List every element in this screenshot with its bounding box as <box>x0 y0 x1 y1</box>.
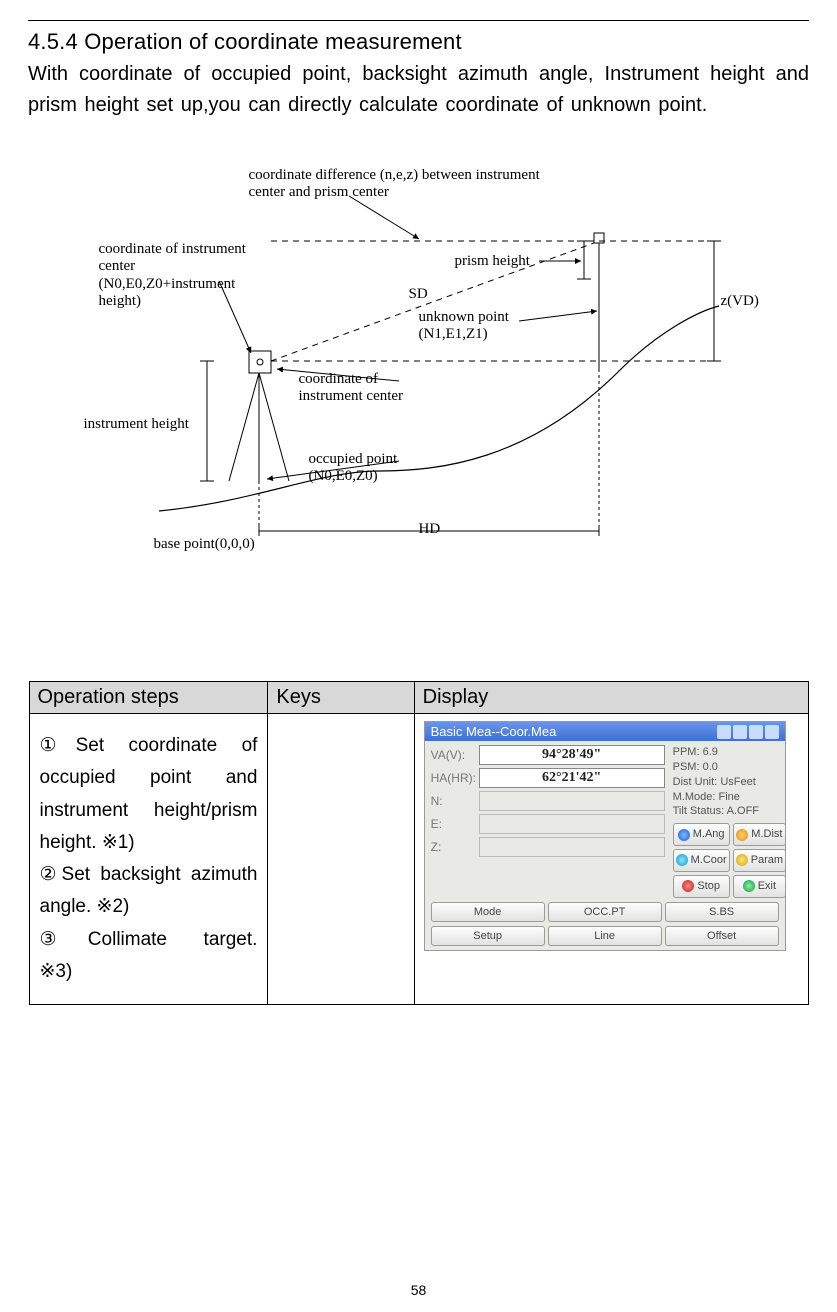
dot-icon <box>736 829 748 841</box>
table-header-row: Operation steps Keys Display <box>29 682 808 714</box>
intro-paragraph: With coordinate of occupied point, backs… <box>28 59 809 121</box>
dot-icon <box>743 880 755 892</box>
diagram-label-hd: HD <box>419 521 441 538</box>
param-button[interactable]: Param <box>733 849 786 872</box>
stop-button[interactable]: Stop <box>673 875 730 898</box>
dot-icon <box>676 854 688 866</box>
n-field[interactable] <box>479 791 665 811</box>
dot-icon <box>682 880 694 892</box>
diagram-label-sd: SD <box>409 286 428 303</box>
line-button[interactable]: Line <box>548 926 662 946</box>
th-steps: Operation steps <box>29 682 268 714</box>
sbs-button[interactable]: S.BS <box>665 902 779 922</box>
mdist-button[interactable]: M.Dist <box>733 823 786 846</box>
mcoor-button[interactable]: M.Coor <box>673 849 730 872</box>
setup-button[interactable]: Setup <box>431 926 545 946</box>
device-status-panel: PPM: 6.9 PSM: 0.0 Dist Unit: UsFeet M.Mo… <box>673 745 783 898</box>
diagram-label-coord-instr-center2: coordinate of instrument center <box>299 371 439 406</box>
section-title-text: Operation of coordinate measurement <box>84 29 462 54</box>
th-display: Display <box>414 682 808 714</box>
mode-button[interactable]: Mode <box>431 902 545 922</box>
th-keys: Keys <box>268 682 414 714</box>
btn-label: M.Dist <box>751 827 782 842</box>
keys-cell <box>268 714 414 1005</box>
e-field[interactable] <box>479 814 665 834</box>
ppm-label: PPM: <box>673 746 700 758</box>
e-label: E: <box>431 817 479 831</box>
diagram-label-zvd: z(VD) <box>721 293 759 310</box>
ppm-value: 6.9 <box>703 746 718 758</box>
table-row: ①Set coordinate of occupied point and in… <box>29 714 808 1005</box>
ha-label: HA(HR): <box>431 771 479 785</box>
mm-label: M.Mode: <box>673 791 716 803</box>
z-field[interactable] <box>479 837 665 857</box>
section-heading: 4.5.4 Operation of coordinate measuremen… <box>28 29 809 55</box>
exit-button[interactable]: Exit <box>733 875 786 898</box>
section-number: 4.5.4 <box>28 29 78 54</box>
step-line: ①Set coordinate of <box>40 730 258 762</box>
btn-label: M.Ang <box>693 827 725 842</box>
device-title: Basic Mea--Coor.Mea <box>431 724 557 739</box>
psm-label: PSM: <box>673 761 700 773</box>
steps-cell: ①Set coordinate of occupied point and in… <box>29 714 268 1005</box>
z-label: Z: <box>431 840 479 854</box>
btn-label: Param <box>751 853 783 868</box>
ts-label: Tilt Status: <box>673 805 725 817</box>
mm-value: Fine <box>718 791 739 803</box>
va-label: VA(V): <box>431 748 479 762</box>
step-line: angle. ※2) <box>40 891 258 923</box>
step-line: occupied point and <box>40 762 258 794</box>
du-label: Dist Unit: <box>673 776 718 788</box>
titlebar-icons <box>717 725 779 739</box>
dot-icon <box>678 829 690 841</box>
mang-button[interactable]: M.Ang <box>673 823 730 846</box>
diagram-label-instr-center: coordinate of instrument center (N0,E0,Z… <box>99 241 259 310</box>
diagram-label-occupied: occupied point (N0,E0,Z0) <box>309 451 459 486</box>
step-line: ③Collimate target. <box>40 924 258 956</box>
battery-icon <box>749 725 763 739</box>
step-line: ②Set backsight azimuth <box>40 859 258 891</box>
device-screenshot: Basic Mea--Coor.Mea VA(V): HA(HR): <box>424 721 786 951</box>
display-cell: Basic Mea--Coor.Mea VA(V): HA(HR): <box>414 714 808 1005</box>
signal-icon <box>733 725 747 739</box>
diagram-label-unknown: unknown point (N1,E1,Z1) <box>419 309 569 344</box>
operation-table: Operation steps Keys Display ①Set coordi… <box>29 681 809 1005</box>
step-line: ※3) <box>40 956 258 988</box>
btn-label: Exit <box>758 879 776 894</box>
gear-icon <box>717 725 731 739</box>
diagram-label-base: base point(0,0,0) <box>154 536 255 553</box>
dot-icon <box>736 854 748 866</box>
diagram-label-prism-height: prism height <box>455 253 530 270</box>
diagram-label-coord-diff: coordinate difference (n,e,z) between in… <box>249 167 549 202</box>
key-icon <box>765 725 779 739</box>
occpt-button[interactable]: OCC.PT <box>548 902 662 922</box>
offset-button[interactable]: Offset <box>665 926 779 946</box>
n-label: N: <box>431 794 479 808</box>
diagram-label-instr-height: instrument height <box>84 416 214 433</box>
psm-value: 0.0 <box>703 761 718 773</box>
btn-label: M.Coor <box>691 853 727 868</box>
du-value: UsFeet <box>720 776 755 788</box>
top-rule <box>28 20 809 21</box>
page-number: 58 <box>0 1282 837 1298</box>
step-line: instrument height/prism <box>40 795 258 827</box>
btn-label: Stop <box>697 879 720 894</box>
va-field[interactable] <box>479 745 665 765</box>
coordinate-diagram: coordinate difference (n,e,z) between in… <box>99 161 739 561</box>
ts-value: A.OFF <box>727 805 759 817</box>
device-titlebar: Basic Mea--Coor.Mea <box>425 722 785 741</box>
ha-field[interactable] <box>479 768 665 788</box>
step-line: height. ※1) <box>40 827 258 859</box>
